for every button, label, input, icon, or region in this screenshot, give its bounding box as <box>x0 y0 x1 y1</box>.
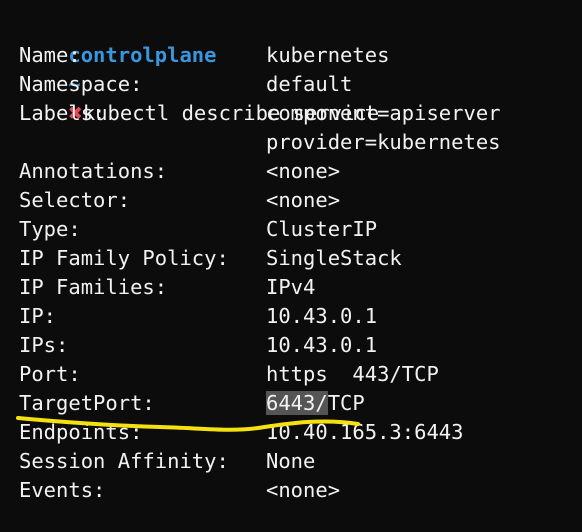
output-row-endpoints: Endpoints: 10.40.165.3:6443 <box>19 418 463 447</box>
field-key: IP Families: <box>19 275 168 299</box>
field-key: TargetPort: <box>19 391 155 415</box>
output-row-name: Name: kubernetes <box>19 41 389 70</box>
output-row-session-affinity: Session Affinity: None <box>19 447 315 476</box>
field-value: TCP <box>327 391 365 415</box>
field-key: IP Family Policy: <box>19 246 229 270</box>
field-key: Namespace: <box>19 72 143 96</box>
field-key: Name: <box>19 43 81 67</box>
field-value: kubernetes <box>266 43 390 67</box>
field-value: default <box>266 72 353 96</box>
field-key: IPs: <box>19 333 69 357</box>
field-key: Endpoints: <box>19 420 143 444</box>
output-row-ip-families: IP Families: IPv4 <box>19 273 315 302</box>
field-key: Events: <box>19 478 106 502</box>
field-key: Session Affinity: <box>19 449 229 473</box>
terminal-window[interactable]: controlplane ~ ✖kubectl describe service… <box>0 0 582 532</box>
output-row-events: Events: <none> <box>19 476 340 505</box>
field-value: <none> <box>266 188 341 212</box>
output-row-labels-continued: provider=kubernetes <box>19 128 501 157</box>
output-row-labels: Labels: component=apiserver <box>19 99 501 128</box>
field-value: SingleStack <box>266 246 402 270</box>
output-row-namespace: Namespace: default <box>19 70 352 99</box>
output-row-ips: IPs: 10.43.0.1 <box>19 331 377 360</box>
field-value: component=apiserver <box>266 101 501 125</box>
field-value: https 443/TCP <box>266 362 439 386</box>
field-value: 10.43.0.1 <box>266 333 378 357</box>
field-key: Port: <box>19 362 81 386</box>
field-value: ClusterIP <box>266 217 378 241</box>
field-value: IPv4 <box>266 275 316 299</box>
field-value: 10.43.0.1 <box>266 304 378 328</box>
field-key: Selector: <box>19 188 131 212</box>
field-value: <none> <box>266 478 341 502</box>
output-row-targetport: TargetPort: 6443/TCP <box>19 389 365 418</box>
output-row-selector: Selector: <none> <box>19 186 340 215</box>
field-key: IP: <box>19 304 57 328</box>
output-row-ip: IP: 10.43.0.1 <box>19 302 377 331</box>
field-value: provider=kubernetes <box>266 130 501 154</box>
output-row-port: Port: https 443/TCP <box>19 360 439 389</box>
field-value: None <box>266 449 316 473</box>
output-row-annotations: Annotations: <none> <box>19 157 340 186</box>
output-row-ip-family-policy: IP Family Policy: SingleStack <box>19 244 402 273</box>
field-value: 10.40.165.3:6443 <box>266 420 464 444</box>
field-key: Labels: <box>19 101 106 125</box>
field-key: Annotations: <box>19 159 168 183</box>
field-key: Type: <box>19 217 81 241</box>
field-value: <none> <box>266 159 341 183</box>
output-row-type: Type: ClusterIP <box>19 215 377 244</box>
command-prompt-line: controlplane ~ ✖kubectl describe service <box>19 12 379 127</box>
selected-text-highlight[interactable]: 6443/ <box>266 391 328 415</box>
